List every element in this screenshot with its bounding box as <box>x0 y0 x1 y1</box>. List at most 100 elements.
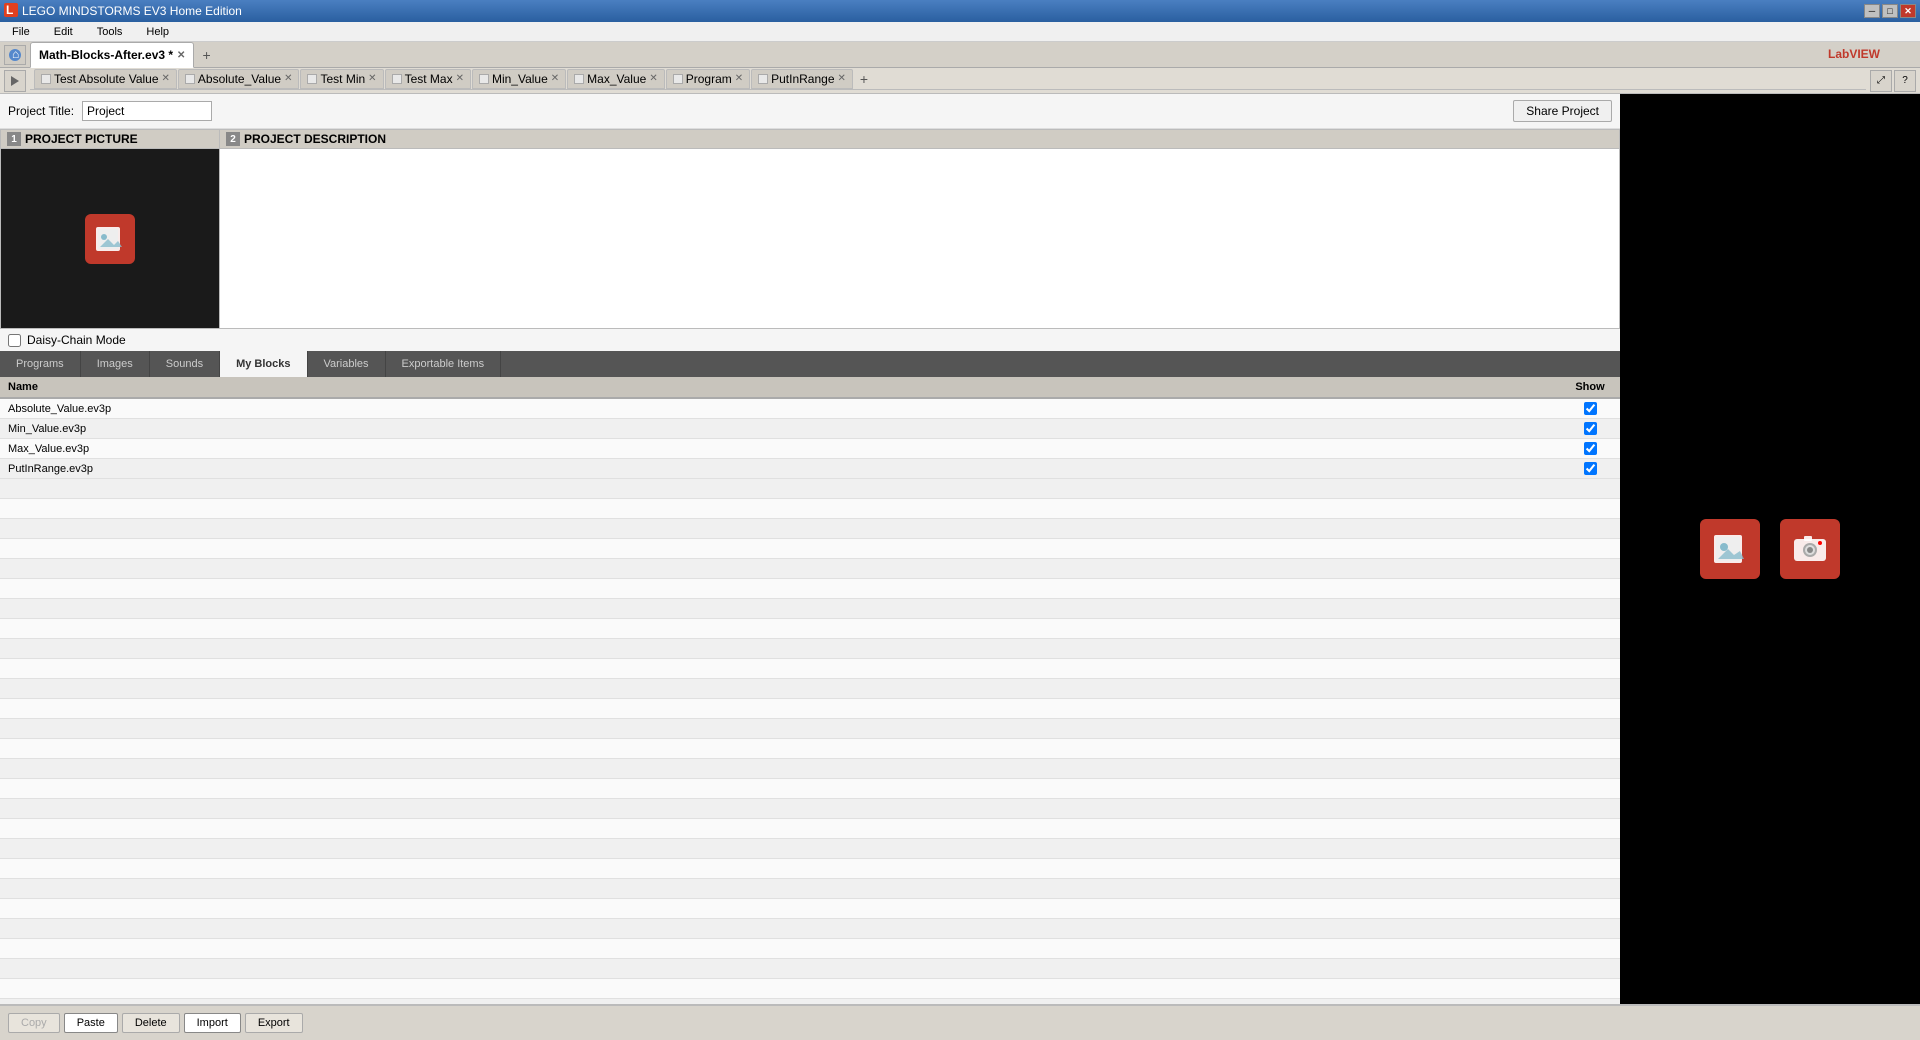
empty-row <box>0 779 1620 799</box>
tab-programs[interactable]: Programs <box>0 351 81 377</box>
doc-tab-max-value[interactable]: Max_Value ✕ <box>567 69 665 89</box>
doc-tab-program[interactable]: Program ✕ <box>666 69 750 89</box>
doc-tab-icon-6 <box>673 74 683 84</box>
empty-row <box>0 799 1620 819</box>
right-panel-camera-icon <box>1780 519 1840 579</box>
table-row: Max_Value.ev3p <box>0 439 1620 459</box>
title-bar-text: LEGO MINDSTORMS EV3 Home Edition <box>22 4 242 18</box>
copy-button[interactable]: Copy <box>8 1013 60 1033</box>
right-panel-picture-icon <box>1700 519 1760 579</box>
export-button[interactable]: Export <box>245 1013 303 1033</box>
row-name-0: Absolute_Value.ev3p <box>0 401 1560 417</box>
file-tab-math-blocks[interactable]: Math-Blocks-After.ev3 * ✕ <box>30 42 194 68</box>
doc-tab-close-4[interactable]: ✕ <box>551 73 559 84</box>
doc-tab-icon-3 <box>392 74 402 84</box>
delete-button[interactable]: Delete <box>122 1013 180 1033</box>
svg-text:LabVIEW: LabVIEW <box>1828 47 1881 61</box>
doc-tab-label-4: Min_Value <box>492 72 548 86</box>
empty-rows <box>0 479 1620 1004</box>
doc-tab-close-2[interactable]: ✕ <box>368 73 376 84</box>
row-name-2: Max_Value.ev3p <box>0 441 1560 457</box>
doc-tab-test-absolute-value[interactable]: Test Absolute Value ✕ <box>34 69 177 89</box>
doc-tab-close-0[interactable]: ✕ <box>162 73 170 84</box>
menu-edit[interactable]: Edit <box>50 24 77 40</box>
question-icon[interactable]: ? <box>1894 70 1916 92</box>
empty-row <box>0 839 1620 859</box>
empty-row <box>0 559 1620 579</box>
doc-tab-test-max[interactable]: Test Max ✕ <box>385 69 471 89</box>
picture-panel-header: 1 PROJECT PICTURE <box>1 130 219 149</box>
empty-row <box>0 539 1620 559</box>
show-checkbox-0[interactable] <box>1584 402 1597 415</box>
empty-row <box>0 479 1620 499</box>
maximize-button[interactable]: □ <box>1882 4 1898 18</box>
doc-tab-label-7: PutInRange <box>771 72 834 86</box>
paste-button[interactable]: Paste <box>64 1013 118 1033</box>
empty-row <box>0 599 1620 619</box>
import-button[interactable]: Import <box>184 1013 241 1033</box>
menu-help[interactable]: Help <box>142 24 173 40</box>
show-checkbox-1[interactable] <box>1584 422 1597 435</box>
show-checkbox-3[interactable] <box>1584 462 1597 475</box>
menu-tools[interactable]: Tools <box>93 24 127 40</box>
doc-tab-absolute-value[interactable]: Absolute_Value ✕ <box>178 69 300 89</box>
tab-images[interactable]: Images <box>81 351 150 377</box>
home-icon[interactable]: ⌂ <box>4 45 26 65</box>
new-doc-tab-button[interactable]: + <box>854 69 874 89</box>
tab-exportable-items[interactable]: Exportable Items <box>386 351 502 377</box>
toolbar-run-icon[interactable] <box>4 70 26 92</box>
description-content[interactable] <box>220 149 1619 328</box>
project-title-input[interactable] <box>82 101 212 121</box>
daisy-chain-label: Daisy-Chain Mode <box>27 333 126 347</box>
description-panel-header: 2 PROJECT DESCRIPTION <box>220 130 1619 149</box>
project-panels: 1 PROJECT PICTURE <box>0 129 1620 329</box>
empty-row <box>0 919 1620 939</box>
project-description-panel: 2 PROJECT DESCRIPTION <box>220 129 1620 329</box>
svg-text:L: L <box>6 3 13 17</box>
daisy-chain-checkbox[interactable] <box>8 334 21 347</box>
empty-row <box>0 679 1620 699</box>
empty-row <box>0 499 1620 519</box>
row-show-2 <box>1560 440 1620 457</box>
file-tab-close-icon[interactable]: ✕ <box>177 50 185 61</box>
doc-tab-label-3: Test Max <box>405 72 453 86</box>
content-table: Name Show Absolute_Value.ev3p Min_Value.… <box>0 377 1620 1004</box>
doc-tab-putinrange[interactable]: PutInRange ✕ <box>751 69 853 89</box>
doc-tab-label-2: Test Min <box>320 72 365 86</box>
tab-sounds[interactable]: Sounds <box>150 351 220 377</box>
doc-tab-min-value[interactable]: Min_Value ✕ <box>472 69 566 89</box>
row-show-0 <box>1560 400 1620 417</box>
empty-row <box>0 859 1620 879</box>
doc-tab-icon <box>41 74 51 84</box>
doc-tab-icon-7 <box>758 74 768 84</box>
bottom-toolbar: Copy Paste Delete Import Export <box>0 1004 1920 1040</box>
share-project-button[interactable]: Share Project <box>1513 100 1612 122</box>
table-header: Name Show <box>0 377 1620 399</box>
expand-icon[interactable]: ⤢ <box>1870 70 1892 92</box>
description-textarea[interactable] <box>224 153 1615 324</box>
project-title-label: Project Title: <box>8 104 74 118</box>
doc-tab-icon-2 <box>307 74 317 84</box>
doc-tab-test-min[interactable]: Test Min ✕ <box>300 69 383 89</box>
close-button[interactable]: ✕ <box>1900 4 1916 18</box>
tab-my-blocks[interactable]: My Blocks <box>220 351 307 377</box>
project-picture-icon <box>85 214 135 264</box>
doc-tab-close-1[interactable]: ✕ <box>284 73 292 84</box>
tab-variables[interactable]: Variables <box>308 351 386 377</box>
show-checkbox-2[interactable] <box>1584 442 1597 455</box>
doc-tab-close-3[interactable]: ✕ <box>456 73 464 84</box>
doc-tab-label-6: Program <box>686 72 732 86</box>
doc-tab-close-5[interactable]: ✕ <box>649 73 657 84</box>
minimize-button[interactable]: ─ <box>1864 4 1880 18</box>
doc-tab-close-6[interactable]: ✕ <box>735 73 743 84</box>
file-tab-label: Math-Blocks-After.ev3 * <box>39 48 173 62</box>
new-file-tab-button[interactable]: + <box>196 45 216 65</box>
doc-tab-icon-4 <box>479 74 489 84</box>
file-tab-bar: ⌂ Math-Blocks-After.ev3 * ✕ + LabVIEW <box>0 42 1920 68</box>
daisy-chain-row: Daisy-Chain Mode <box>0 329 1620 351</box>
panel-number-2: 2 <box>226 132 240 146</box>
menu-file[interactable]: File <box>8 24 34 40</box>
col-header-name: Name <box>0 379 1560 395</box>
doc-tab-close-7[interactable]: ✕ <box>838 73 846 84</box>
empty-row <box>0 979 1620 999</box>
